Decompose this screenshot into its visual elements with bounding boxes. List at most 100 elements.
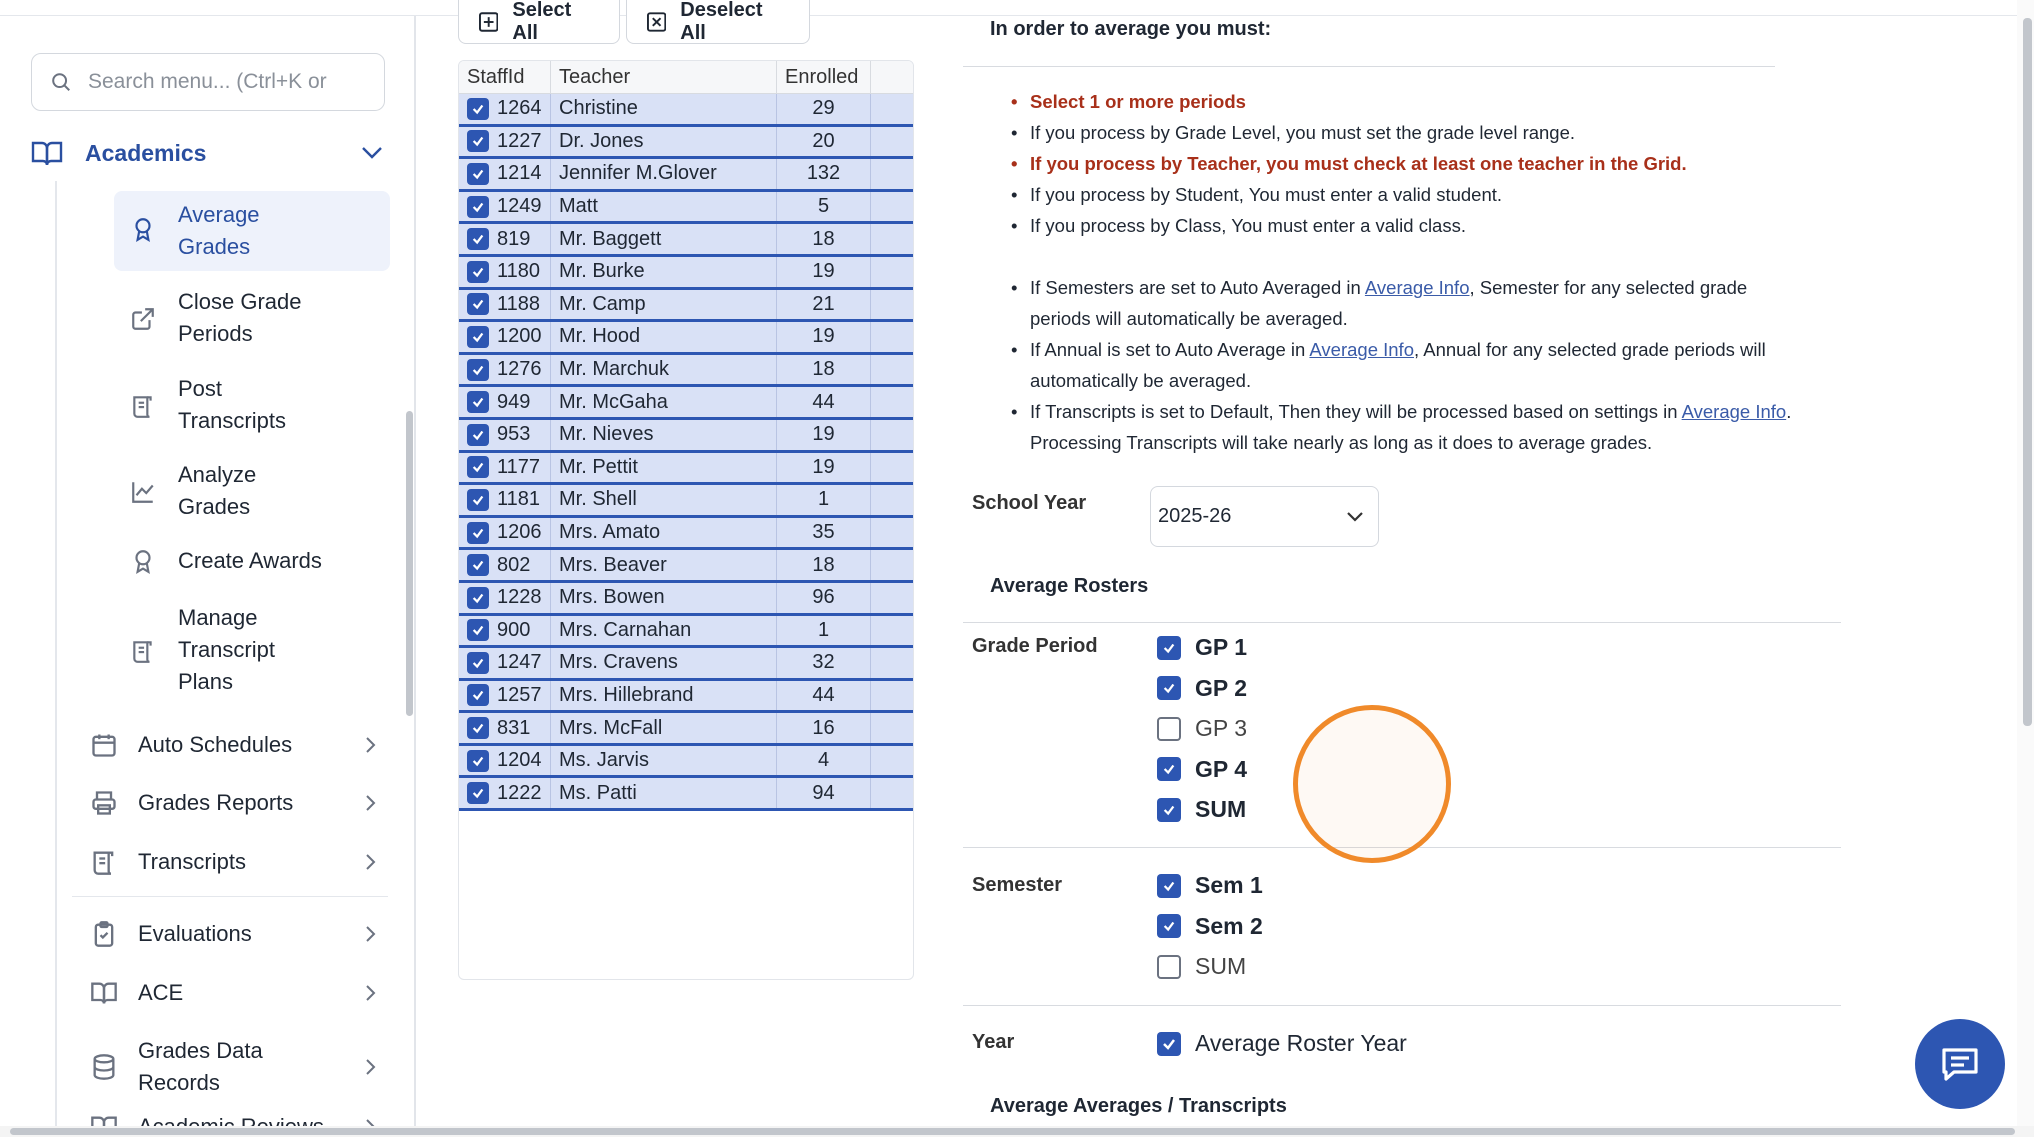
sidebar-item-evaluations[interactable]: Evaluations: [90, 918, 376, 950]
sidebar-item-analyze-grades[interactable]: Analyze Grades: [114, 459, 256, 523]
option-checkbox[interactable]: GP 3: [1157, 715, 1247, 742]
row-checkbox[interactable]: [467, 717, 489, 740]
checkbox-checked[interactable]: [1157, 914, 1181, 938]
sidebar-scrollbar[interactable]: [406, 411, 413, 716]
row-checkbox[interactable]: [467, 260, 489, 283]
row-checkbox[interactable]: [467, 521, 489, 544]
row-checkbox[interactable]: [467, 97, 489, 120]
checkbox-checked[interactable]: [1157, 873, 1181, 898]
option-checkbox[interactable]: SUM: [1157, 953, 1246, 980]
row-checkbox[interactable]: [467, 358, 489, 381]
table-row[interactable]: 1204 Ms. Jarvis 4: [459, 745, 913, 779]
staffid-cell: 1249: [459, 191, 551, 222]
checkbox-checked[interactable]: [1157, 635, 1181, 660]
checkbox-label: GP 3: [1195, 715, 1247, 741]
checkbox-checked[interactable]: [1157, 676, 1181, 700]
row-checkbox[interactable]: [467, 325, 489, 348]
sidebar-item-transcripts[interactable]: Transcripts: [90, 846, 376, 878]
row-checkbox[interactable]: [467, 619, 489, 642]
checkbox-unchecked[interactable]: [1157, 716, 1181, 741]
row-checkbox[interactable]: [467, 782, 489, 805]
option-checkbox[interactable]: GP 1: [1157, 634, 1247, 661]
teacher-cell: Matt: [551, 191, 777, 222]
school-year-select[interactable]: 2025-26: [1150, 486, 1379, 547]
sidebar-section-academics[interactable]: Academics: [31, 126, 383, 180]
checkbox-checked[interactable]: [1157, 797, 1181, 822]
sidebar-item-ace[interactable]: ACE: [90, 977, 376, 1009]
deselect-all-button[interactable]: Deselect All: [626, 0, 810, 44]
sidebar-item-create-awards[interactable]: Create Awards: [114, 545, 322, 577]
table-row[interactable]: 1200 Mr. Hood 19: [459, 322, 913, 355]
row-checkbox[interactable]: [467, 195, 489, 218]
sidebar-item-auto-schedules[interactable]: Auto Schedules: [90, 729, 376, 761]
option-checkbox[interactable]: GP 2: [1157, 675, 1247, 702]
sidebar-item-label: Auto Schedules: [138, 732, 293, 757]
row-checkbox[interactable]: [467, 228, 489, 251]
table-row[interactable]: 1222 Ms. Patti 94: [459, 778, 913, 812]
average-info-link[interactable]: Average Info: [1365, 277, 1470, 298]
table-row[interactable]: 1228 Mrs. Bowen 96: [459, 582, 913, 616]
average-roster-year-checkbox[interactable]: Average Roster Year: [1157, 1030, 1407, 1057]
option-checkbox[interactable]: Sem 1: [1157, 872, 1263, 899]
column-header-teacher[interactable]: Teacher: [551, 61, 777, 93]
sidebar-item-manage-transcript-plans[interactable]: Manage Transcript Plans: [114, 602, 275, 698]
external-link-icon: [132, 308, 154, 330]
table-row[interactable]: 831 Mrs. McFall 16: [459, 713, 913, 746]
row-checkbox[interactable]: [467, 162, 489, 185]
checkbox-checked[interactable]: [1157, 757, 1181, 781]
table-row[interactable]: 1180 Mr. Burke 19: [459, 256, 913, 290]
table-row[interactable]: 900 Mrs. Carnahan 1: [459, 615, 913, 649]
enrolled-cell: 21: [777, 289, 871, 320]
table-row[interactable]: 819 Mr. Baggett 18: [459, 224, 913, 257]
row-checkbox[interactable]: [467, 651, 489, 674]
row-checkbox[interactable]: [467, 586, 489, 609]
table-row[interactable]: 1264 Christine 29: [459, 94, 913, 127]
table-row[interactable]: 1206 Mrs. Amato 35: [459, 517, 913, 551]
teacher-cell: Mr. Burke: [551, 256, 777, 287]
chevron-down-icon[interactable]: [361, 146, 383, 160]
sidebar-item-grades-reports[interactable]: Grades Reports: [90, 787, 376, 819]
table-row[interactable]: 1227 Dr. Jones 20: [459, 126, 913, 160]
table-row[interactable]: 1276 Mr. Marchuk 18: [459, 354, 913, 388]
table-row[interactable]: 953 Mr. Nieves 19: [459, 419, 913, 453]
row-checkbox[interactable]: [467, 293, 489, 316]
option-checkbox[interactable]: GP 4: [1157, 756, 1247, 783]
row-checkbox[interactable]: [467, 130, 489, 153]
row-checkbox[interactable]: [467, 391, 489, 414]
option-checkbox[interactable]: Sem 2: [1157, 913, 1263, 940]
note-item: If Transcripts is set to Default, Then t…: [1011, 396, 1800, 458]
table-row[interactable]: 802 Mrs. Beaver 18: [459, 550, 913, 583]
teacher-cell: Mr. Nieves: [551, 419, 777, 450]
table-row[interactable]: 1247 Mrs. Cravens 32: [459, 648, 913, 681]
column-header-staffid[interactable]: StaffId: [459, 61, 551, 93]
row-checkbox[interactable]: [467, 684, 489, 707]
row-checkbox[interactable]: [467, 554, 489, 577]
table-row[interactable]: 1177 Mr. Pettit 19: [459, 452, 913, 486]
sidebar-item-average-grades[interactable]: Average Grades: [114, 191, 390, 271]
chat-button[interactable]: [1915, 1019, 2005, 1109]
select-all-button[interactable]: Select All: [458, 0, 620, 44]
row-checkbox[interactable]: [467, 456, 489, 479]
column-header-enrolled[interactable]: Enrolled: [777, 61, 871, 93]
sidebar-item-label: Post Transcripts: [178, 376, 286, 433]
table-row[interactable]: 1249 Matt 5: [459, 191, 913, 225]
table-row[interactable]: 1188 Mr. Camp 21: [459, 289, 913, 323]
page-scrollbar[interactable]: [2023, 18, 2032, 726]
checkbox-unchecked[interactable]: [1157, 954, 1181, 979]
sidebar-item-close-grade-periods[interactable]: Close Grade Periods: [114, 286, 302, 350]
row-checkbox[interactable]: [467, 749, 489, 772]
option-checkbox[interactable]: SUM: [1157, 796, 1246, 823]
sidebar-item-grades-data-records[interactable]: Grades Data Records: [90, 1035, 376, 1099]
sidebar-item-post-transcripts[interactable]: Post Transcripts: [114, 373, 286, 437]
horizontal-scrollbar[interactable]: [10, 1128, 2015, 1135]
table-row[interactable]: 1257 Mrs. Hillebrand 44: [459, 680, 913, 714]
checkbox-checked[interactable]: [1157, 1031, 1181, 1056]
table-row[interactable]: 949 Mr. McGaha 44: [459, 387, 913, 420]
table-row[interactable]: 1181 Mr. Shell 1: [459, 485, 913, 518]
average-info-link[interactable]: Average Info: [1309, 339, 1414, 360]
table-row[interactable]: 1214 Jennifer M.Glover 132: [459, 159, 913, 192]
row-checkbox[interactable]: [467, 488, 489, 511]
search-input[interactable]: Search menu... (Ctrl+K or: [31, 53, 385, 111]
average-info-link[interactable]: Average Info: [1682, 401, 1787, 422]
row-checkbox[interactable]: [467, 423, 489, 446]
